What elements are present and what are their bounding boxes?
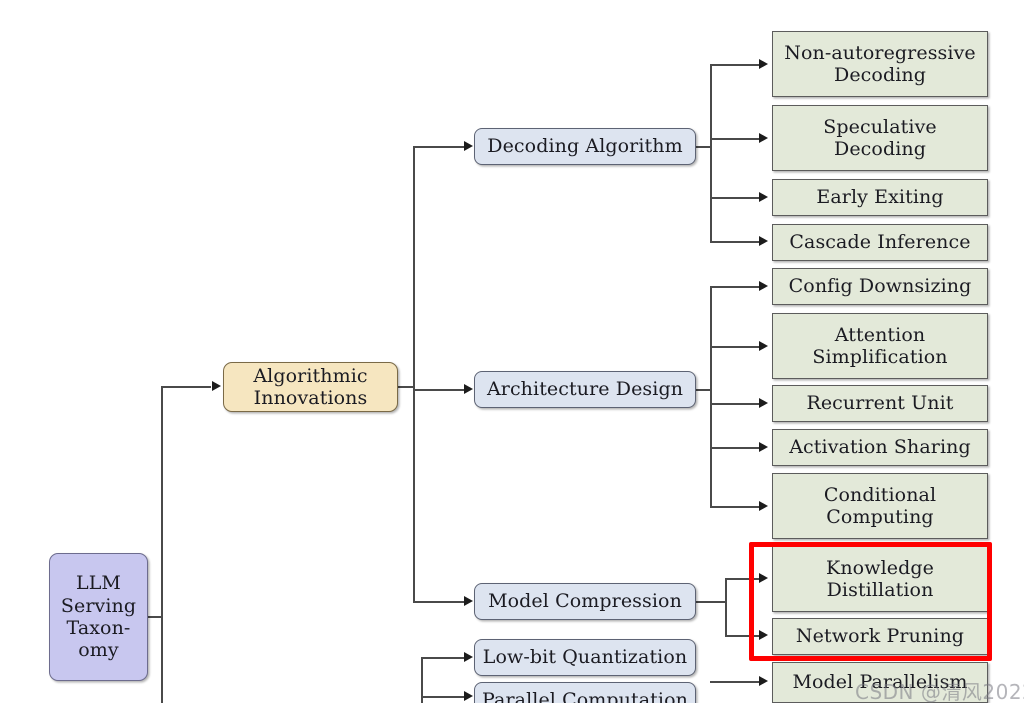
arrow-decoding-leaf-2 xyxy=(759,133,768,143)
edge-to-parallel-computation xyxy=(421,696,465,698)
edge-to-model-compression xyxy=(413,601,465,603)
edge-to-low-bit-quantization xyxy=(421,657,465,659)
edge-compression-leaf-2 xyxy=(725,635,760,637)
arrow-to-architecture-design xyxy=(464,384,473,394)
edge-decoding-leaf-1 xyxy=(710,64,760,66)
arrow-architecture-leaf-3 xyxy=(759,398,768,408)
node-conditional-computing[interactable]: Conditional Computing xyxy=(772,473,988,539)
edge-to-architecture-design xyxy=(413,389,465,391)
edge-architecture-spine xyxy=(710,286,712,506)
node-non-autoregressive-decoding[interactable]: Non-autoregressive Decoding xyxy=(772,31,988,97)
node-network-pruning[interactable]: Network Pruning xyxy=(772,618,988,655)
arrow-architecture-leaf-1 xyxy=(759,281,768,291)
node-llm-serving-taxonomy[interactable]: LLM Serving Taxon- omy xyxy=(49,553,148,681)
edge-decoding-leaf-2 xyxy=(710,138,760,140)
edge-architecture-leaf-1 xyxy=(710,286,760,288)
node-attention-simplification[interactable]: Attention Simplification xyxy=(772,313,988,379)
arrow-to-model-compression xyxy=(464,596,473,606)
node-config-downsizing[interactable]: Config Downsizing xyxy=(772,268,988,305)
node-activation-sharing[interactable]: Activation Sharing xyxy=(772,429,988,466)
edge-architecture-leaf-4 xyxy=(710,447,760,449)
node-model-parallelism[interactable]: Model Parallelism xyxy=(772,662,988,703)
arrow-to-parallel-computation xyxy=(464,691,473,701)
edge-compression-stub xyxy=(696,601,727,603)
node-early-exiting[interactable]: Early Exiting xyxy=(772,179,988,216)
node-low-bit-quantization[interactable]: Low-bit Quantization xyxy=(474,639,696,676)
arrow-to-algorithmic xyxy=(212,381,221,391)
taxonomy-diagram: LLM Serving Taxon- omy Algorithmic Innov… xyxy=(0,0,1024,703)
node-parallel-computation[interactable]: Parallel Computation xyxy=(474,682,696,703)
edge-compression-spine xyxy=(725,578,727,636)
arrow-to-low-bit-quantization xyxy=(464,652,473,662)
edge-architecture-leaf-3 xyxy=(710,403,760,405)
edge-decoding-spine xyxy=(710,64,712,241)
node-cascade-inference[interactable]: Cascade Inference xyxy=(772,224,988,261)
edge-root-trunk xyxy=(161,386,163,703)
edge-architecture-leaf-5 xyxy=(710,506,760,508)
edge-compression-leaf-1 xyxy=(725,578,760,580)
arrow-compression-leaf-1 xyxy=(759,573,768,583)
arrow-architecture-leaf-4 xyxy=(759,442,768,452)
node-model-compression[interactable]: Model Compression xyxy=(474,583,696,620)
node-decoding-algorithm[interactable]: Decoding Algorithm xyxy=(474,128,696,165)
arrow-decoding-leaf-1 xyxy=(759,59,768,69)
edge-to-decoding-algorithm xyxy=(413,146,465,148)
arrow-compression-leaf-2 xyxy=(759,630,768,640)
edge-decoding-leaf-4 xyxy=(710,241,760,243)
edge-root-to-algorithmic xyxy=(161,386,211,388)
arrow-decoding-leaf-3 xyxy=(759,192,768,202)
arrow-decoding-leaf-4 xyxy=(759,236,768,246)
arrow-model-parallelism xyxy=(759,676,768,686)
arrow-to-decoding-algorithm xyxy=(464,141,473,151)
arrow-architecture-leaf-2 xyxy=(759,341,768,351)
edge-parallel-to-model-parallelism xyxy=(710,681,760,683)
node-speculative-decoding[interactable]: Speculative Decoding xyxy=(772,105,988,171)
edge-algorithmic-spine xyxy=(413,146,415,602)
node-architecture-design[interactable]: Architecture Design xyxy=(474,371,696,408)
node-algorithmic-innovations[interactable]: Algorithmic Innovations xyxy=(223,362,398,412)
edge-architecture-leaf-2 xyxy=(710,346,760,348)
node-knowledge-distillation[interactable]: Knowledge Distillation xyxy=(772,546,988,612)
arrow-architecture-leaf-5 xyxy=(759,501,768,511)
edge-decoding-leaf-3 xyxy=(710,197,760,199)
node-recurrent-unit[interactable]: Recurrent Unit xyxy=(772,385,988,422)
